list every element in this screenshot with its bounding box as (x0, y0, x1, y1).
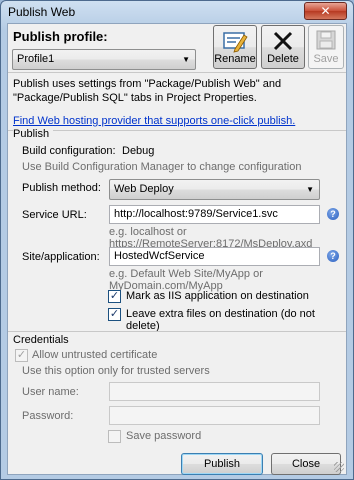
site-application-label: Site/application: (22, 251, 100, 263)
window-close-button[interactable]: ✕ (304, 2, 347, 20)
publish-profile-label: Publish profile: (13, 29, 108, 44)
save-password-checkbox[interactable] (108, 430, 121, 443)
rename-button[interactable]: Rename (213, 25, 257, 69)
divider (8, 72, 346, 73)
rename-icon (214, 29, 256, 53)
divider (8, 331, 346, 332)
leave-extra-files-label: Leave extra files on destination (do not… (126, 308, 315, 332)
username-label: User name: (22, 386, 79, 398)
build-configuration-hint: Use Build Configuration Manager to chang… (22, 161, 302, 173)
divider (8, 130, 346, 131)
username-input[interactable] (109, 382, 320, 401)
mark-iis-checkbox[interactable]: ✓ (108, 290, 121, 303)
password-input[interactable] (109, 406, 320, 425)
close-button[interactable]: Close (271, 453, 341, 475)
service-url-input[interactable]: http://localhost:9789/Service1.svc (109, 205, 320, 224)
help-icon[interactable]: ? (327, 250, 339, 262)
publish-method-label: Publish method: (22, 182, 101, 194)
allow-untrusted-checkbox[interactable]: ✓ (15, 349, 28, 362)
credentials-section-header: Credentials (13, 334, 69, 346)
chevron-down-icon: ▼ (182, 55, 190, 64)
service-url-label: Service URL: (22, 209, 87, 221)
build-configuration-label: Build configuration: (22, 145, 116, 157)
delete-label: Delete (267, 53, 299, 65)
save-button[interactable]: Save (308, 25, 344, 69)
resize-grip-icon[interactable] (334, 462, 344, 472)
hosting-provider-link[interactable]: Find Web hosting provider that supports … (13, 115, 295, 127)
allow-untrusted-hint: Use this option only for trusted servers (22, 365, 210, 377)
mark-iis-label: Mark as IIS application on destination (126, 290, 309, 302)
publish-section-header: Publish (13, 128, 54, 140)
site-application-input[interactable]: HostedWcfService (109, 247, 320, 266)
save-password-label: Save password (126, 430, 202, 442)
password-label: Password: (22, 410, 74, 422)
delete-button[interactable]: Delete (261, 25, 305, 69)
publish-method-dropdown[interactable]: Web Deploy ▼ (109, 179, 320, 200)
publish-method-value: Web Deploy (114, 183, 174, 195)
save-icon (309, 29, 343, 53)
publish-button[interactable]: Publish (181, 453, 263, 475)
title-bar[interactable]: Publish Web ✕ (1, 1, 353, 23)
site-application-hint: e.g. Default Web Site/MyApp or MyDomain.… (109, 268, 263, 292)
leave-extra-files-checkbox[interactable]: ✓ (108, 308, 121, 321)
save-label: Save (313, 53, 339, 65)
publish-web-window: Publish Web ✕ Publish profile: Profile1 … (0, 0, 354, 480)
build-configuration-value: Debug (122, 145, 155, 157)
allow-untrusted-label: Allow untrusted certificate (32, 349, 158, 361)
info-text: Publish uses settings from "Package/Publ… (13, 78, 282, 104)
rename-label: Rename (214, 53, 256, 65)
profile-dropdown[interactable]: Profile1 ▼ (12, 49, 196, 70)
window-title: Publish Web (8, 5, 76, 19)
dialog-body: Publish profile: Profile1 ▼ Rename Delet… (7, 23, 347, 475)
profile-dropdown-value: Profile1 (17, 53, 55, 65)
chevron-down-icon: ▼ (306, 185, 314, 194)
delete-icon (262, 29, 304, 53)
help-icon[interactable]: ? (327, 208, 339, 220)
